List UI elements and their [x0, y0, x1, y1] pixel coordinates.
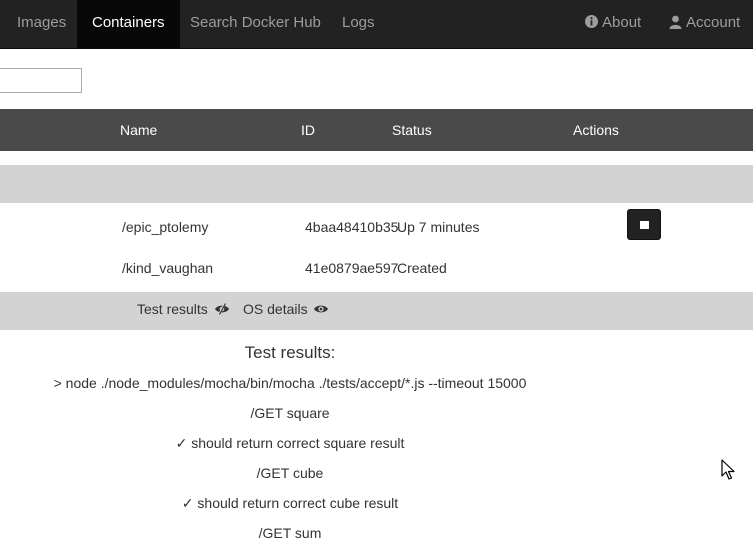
test-output-line: /GET cube — [256, 465, 324, 481]
table-header: Name ID Status Actions — [0, 109, 753, 151]
container-status: Created — [397, 260, 447, 276]
stop-icon — [640, 221, 649, 229]
table-group-row — [0, 165, 753, 203]
test-output-line: /GET sum — [258, 525, 322, 541]
top-navbar: Images Containers Search Docker Hub Logs… — [0, 0, 753, 49]
nav-tab-images[interactable]: Images — [0, 0, 83, 48]
test-output-line: > node ./node_modules/mocha/bin/mocha ./… — [53, 375, 527, 391]
container-id: 41e0879ae597 — [305, 260, 399, 276]
header-actions: Actions — [573, 122, 619, 138]
nav-tab-logs[interactable]: Logs — [327, 0, 390, 48]
test-results-toggle[interactable]: Test results — [137, 292, 230, 326]
eye-slash-icon — [214, 302, 229, 315]
nav-about-label: About — [602, 14, 642, 31]
container-id: 4baa48410b35 — [305, 219, 399, 235]
test-output-line: ✓ should return correct square result — [175, 435, 405, 451]
nav-tab-containers[interactable]: Containers — [77, 0, 180, 48]
os-details-toggle[interactable]: OS details — [243, 292, 329, 326]
nav-about[interactable]: About — [585, 0, 641, 48]
filter-input[interactable] — [0, 68, 82, 93]
container-name: /epic_ptolemy — [122, 219, 209, 235]
container-name: /kind_vaughan — [122, 260, 214, 276]
header-name: Name — [120, 122, 158, 138]
test-output-line: ✓ should return correct cube result — [181, 495, 399, 511]
stop-container-button[interactable] — [627, 209, 661, 240]
os-details-label: OS details — [243, 301, 308, 317]
test-output-line: /GET square — [250, 405, 330, 421]
mouse-cursor-icon — [721, 459, 735, 480]
nav-account[interactable]: Account — [669, 0, 740, 48]
container-details-bar: Test results OS details — [0, 292, 753, 330]
test-results-label: Test results — [137, 301, 208, 317]
eye-icon — [314, 305, 329, 313]
nav-account-label: Account — [686, 14, 741, 31]
container-status: Up 7 minutes — [397, 219, 480, 235]
user-icon — [669, 15, 682, 29]
header-id: ID — [301, 122, 315, 138]
header-status: Status — [392, 122, 432, 138]
info-circle-icon — [585, 15, 598, 29]
nav-tab-search-docker-hub[interactable]: Search Docker Hub — [175, 0, 336, 48]
test-results-title: Test results: — [244, 343, 336, 362]
